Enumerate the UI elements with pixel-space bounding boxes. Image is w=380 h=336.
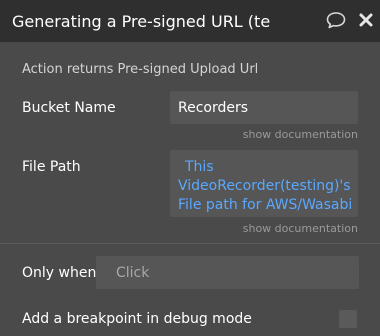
bucket-name-field[interactable]: Recorders <box>170 91 358 124</box>
panel-title: Generating a Pre-signed URL (te <box>12 11 271 31</box>
action-editor-panel: Generating a Pre-signed URL (te Action r… <box>0 0 380 336</box>
close-icon[interactable] <box>358 12 374 28</box>
filepath-show-documentation-link[interactable]: show documentation <box>243 222 358 235</box>
breakpoint-checkbox[interactable] <box>339 310 357 328</box>
file-path-field[interactable]: This VideoRecorder(testing)'s File path … <box>170 150 358 217</box>
file-path-line-1: This <box>185 159 214 175</box>
bucket-show-documentation-link[interactable]: show documentation <box>243 128 358 141</box>
file-path-label: File Path <box>22 159 81 175</box>
bucket-name-label: Bucket Name <box>22 100 116 116</box>
breakpoint-label: Add a breakpoint in debug mode <box>22 311 252 327</box>
action-description: Action returns Pre-signed Upload Url <box>22 62 259 77</box>
file-path-line-3: File path for AWS/Wasabi <box>178 197 353 213</box>
section-divider <box>0 243 380 244</box>
comment-icon[interactable] <box>326 11 346 29</box>
panel-header: Generating a Pre-signed URL (te <box>0 0 380 42</box>
only-when-label: Only when <box>22 265 97 281</box>
file-path-line-2: VideoRecorder(testing)'s <box>178 178 351 194</box>
bucket-name-value: Recorders <box>178 100 249 116</box>
header-icons <box>326 11 374 29</box>
only-when-condition-field[interactable]: Click <box>96 256 359 289</box>
only-when-placeholder: Click <box>116 265 150 281</box>
